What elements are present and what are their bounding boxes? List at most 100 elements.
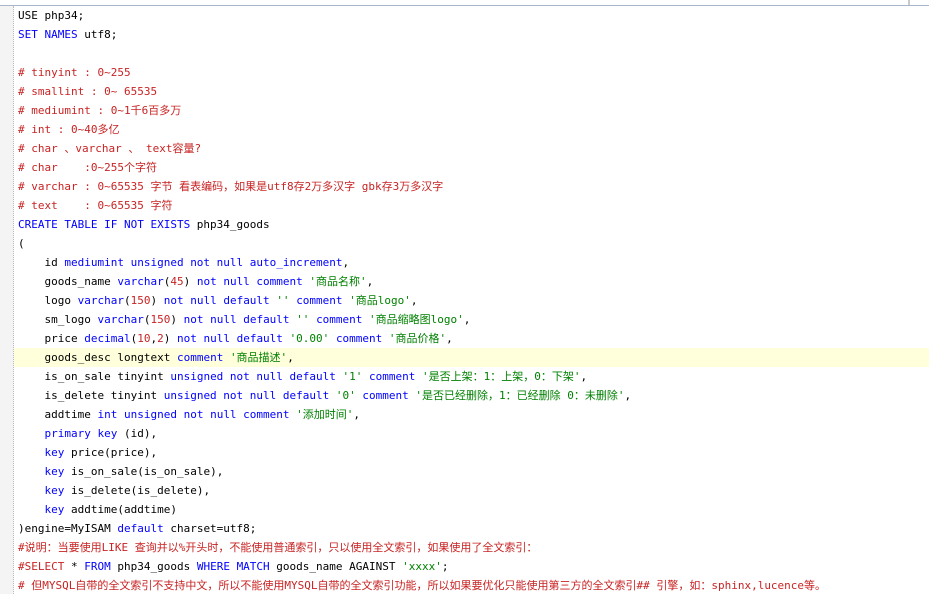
code-line[interactable]: logo varchar(150) not null default '' co… [14, 291, 929, 310]
code-line-text: goods_name varchar(45) not null comment … [18, 272, 373, 291]
code-line[interactable]: ( [14, 234, 929, 253]
code-line[interactable]: #SELECT * FROM php34_goods WHERE MATCH g… [14, 557, 929, 576]
code-line[interactable]: goods_desc longtext comment '商品描述', [14, 348, 929, 367]
code-token: , [446, 332, 453, 345]
code-line[interactable]: key is_on_sale(is_on_sale), [14, 462, 929, 481]
code-token: ( [123, 294, 131, 307]
code-editor[interactable]: USE php34; SET NAMES utf8; # tinyint : 0~2… [14, 6, 929, 594]
code-line[interactable]: key is_delete(is_delete), [14, 481, 929, 500]
code-token: '商品缩略图logo' [369, 313, 464, 326]
code-token: charset=utf8; [163, 522, 257, 535]
code-line-text: primary key (id), [18, 424, 158, 443]
code-token: 45 [170, 275, 184, 288]
code-token: '0' [335, 389, 356, 402]
code-token: USE php34; [18, 9, 85, 22]
code-line-text: addtime int unsigned not null comment '添… [18, 405, 360, 424]
code-line[interactable]: addtime int unsigned not null comment '添… [14, 405, 929, 424]
code-token: SET NAMES [18, 28, 78, 41]
code-token: not null default [183, 313, 290, 326]
code-line-text: SET NAMES utf8; [18, 25, 117, 44]
code-token: decimal [84, 332, 131, 345]
code-line[interactable]: # mediumint : 0~1千6百多万 [14, 101, 929, 120]
code-line[interactable]: primary key (id), [14, 424, 929, 443]
code-token: * [64, 560, 85, 573]
code-token: price [18, 332, 85, 345]
code-token: not null comment [196, 275, 303, 288]
code-token: price(price), [64, 446, 158, 459]
code-line[interactable]: # char 、varchar 、 text容量? [14, 139, 929, 158]
code-line[interactable]: # 但MYSQL自带的全文索引不支持中文，所以不能使用MYSQL自带的全文索引功… [14, 576, 929, 595]
code-token: key [44, 446, 65, 459]
code-token: is_delete tinyint [18, 389, 164, 402]
code-line-text: key is_on_sale(is_on_sale), [18, 462, 224, 481]
code-token: ) [150, 294, 164, 307]
code-token: '商品logo' [349, 294, 411, 307]
code-line[interactable]: USE php34; [14, 6, 929, 25]
code-token: addtime(addtime) [64, 503, 177, 516]
code-line[interactable]: # tinyint : 0~255 [14, 63, 929, 82]
code-line[interactable]: price decimal(10,2) not null default '0.… [14, 329, 929, 348]
code-line-text: )engine=MyISAM default charset=utf8; [18, 519, 256, 538]
code-token: FROM [84, 560, 111, 573]
code-line[interactable]: key addtime(addtime) [14, 500, 929, 519]
code-line-text: id mediumint unsigned not null auto_incr… [18, 253, 349, 272]
code-token: # int : 0~40多亿 [18, 123, 120, 136]
code-token: is_delete(is_delete), [64, 484, 211, 497]
code-line[interactable]: # text : 0~65535 字符 [14, 196, 929, 215]
code-token: 150 [130, 294, 151, 307]
code-token: # varchar : 0~65535 字节 看表编码，如果是utf8存2万多汉… [18, 180, 444, 193]
code-token: '商品名称' [309, 275, 367, 288]
code-token: ) [170, 313, 184, 326]
code-token: addtime [18, 408, 98, 421]
code-line[interactable]: SET NAMES utf8; [14, 25, 929, 44]
code-token: comment [176, 351, 224, 364]
code-line[interactable]: # smallint : 0~ 65535 [14, 82, 929, 101]
code-line[interactable]: sm_logo varchar(150) not null default ''… [14, 310, 929, 329]
code-token: , [463, 313, 471, 326]
code-line[interactable]: is_on_sale tinyint unsigned not null def… [14, 367, 929, 386]
code-line-text: # char :0~255个字符 [18, 158, 157, 177]
editor-gutter[interactable] [0, 6, 14, 594]
code-token: '' [276, 294, 290, 307]
code-line-text: USE php34; [18, 6, 84, 25]
code-token: unsigned not null default [163, 389, 330, 402]
code-line[interactable] [14, 44, 929, 63]
code-token: , [580, 370, 588, 383]
code-line[interactable]: is_delete tinyint unsigned not null defa… [14, 386, 929, 405]
code-line-text: # smallint : 0~ 65535 [18, 82, 157, 101]
code-line[interactable]: # varchar : 0~65535 字节 看表编码，如果是utf8存2万多汉… [14, 177, 929, 196]
code-line[interactable]: # int : 0~40多亿 [14, 120, 929, 139]
code-line[interactable]: CREATE TABLE IF NOT EXISTS php34_goods [14, 215, 929, 234]
code-token: '添加时间' [296, 408, 354, 421]
code-line-text: sm_logo varchar(150) not null default ''… [18, 310, 470, 329]
code-token: #SELECT [18, 560, 65, 573]
code-line[interactable]: #说明：当要使用LIKE 查询并以%开头时，不能使用普通索引，只以使用全文索引，… [14, 538, 929, 557]
code-token: , [624, 389, 632, 402]
code-line-text: # 但MYSQL自带的全文索引不支持中文，所以不能使用MYSQL自带的全文索引功… [18, 576, 826, 595]
code-token: '1' [342, 370, 363, 383]
code-token: ( [18, 237, 25, 250]
code-line[interactable]: goods_name varchar(45) not null comment … [14, 272, 929, 291]
code-token: # char :0~255个字符 [18, 161, 157, 174]
code-token: not null default [176, 332, 283, 345]
code-token: '是否已经删除，1：已经删除 0：未删除' [415, 389, 625, 402]
code-token: key [44, 465, 65, 478]
code-token: utf8; [77, 28, 118, 41]
code-line[interactable]: id mediumint unsigned not null auto_incr… [14, 253, 929, 272]
code-token: ) [183, 275, 197, 288]
code-line-text: key is_delete(is_delete), [18, 481, 211, 500]
code-token: varchar [97, 313, 144, 326]
gutter-marker [0, 411, 3, 419]
gutter-marker [0, 12, 3, 20]
code-line[interactable]: key price(price), [14, 443, 929, 462]
code-line[interactable]: # char :0~255个字符 [14, 158, 929, 177]
code-line[interactable]: )engine=MyISAM default charset=utf8; [14, 519, 929, 538]
